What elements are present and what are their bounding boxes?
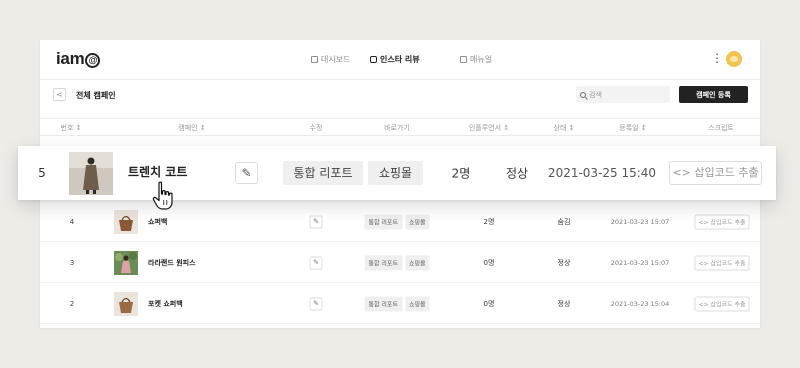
campaign-name[interactable]: 포켓 쇼퍼백 (148, 299, 183, 309)
row-number: 5 (38, 166, 46, 180)
nav-item-dashboard[interactable]: 대시보드 (311, 54, 350, 65)
column-header-shortcut: 바로가기 (384, 124, 410, 132)
search-icon (580, 91, 586, 98)
product-thumbnail[interactable] (114, 292, 138, 316)
integrated-report-button[interactable]: 통합 리포트 (364, 296, 402, 311)
search-input[interactable] (589, 90, 659, 99)
registration-date: 2021-03-23 15:07 (610, 258, 670, 267)
status-text: 숨김 (557, 217, 571, 226)
edit-button[interactable]: ✎ (309, 215, 323, 228)
registration-date: 2021-03-23 15:07 (610, 217, 670, 226)
shortcut-tags: 통합 리포트 쇼핑몰 (364, 296, 430, 311)
embed-code-button[interactable]: <> 삽입코드 추출 (669, 161, 762, 185)
column-header-edit: 수정 (309, 124, 323, 132)
embed-code-button[interactable]: <> 삽입코드 추출 (694, 255, 750, 270)
nav-item-insta-review[interactable]: 인스타 리뷰 (370, 54, 420, 65)
row-number: 2 (69, 299, 75, 308)
influencer-count: 0명 (483, 299, 495, 308)
influencer-count: 0명 (483, 258, 495, 267)
product-thumbnail[interactable] (114, 251, 138, 275)
influencer-count: 2명 (451, 166, 471, 181)
column-header-date[interactable]: 등록일 ↕ (619, 123, 646, 133)
integrated-report-button[interactable]: 통합 리포트 (364, 255, 402, 270)
edit-button[interactable]: ✎ (235, 162, 258, 184)
embed-code-button[interactable]: <> 삽입코드 추출 (694, 214, 750, 229)
status-text: 정상 (557, 258, 571, 267)
integrated-report-button[interactable]: 통합 리포트 (283, 161, 363, 185)
column-header-script: 스크립트 (708, 124, 734, 132)
edit-button[interactable]: ✎ (309, 297, 323, 310)
edit-button[interactable]: ✎ (309, 256, 323, 269)
campaign-name[interactable]: 라라랜드 원피스 (148, 258, 196, 268)
registration-date: 2021-03-23 15:04 (610, 299, 670, 308)
row-number: 4 (69, 217, 75, 226)
shopping-mall-button[interactable]: 쇼핑몰 (404, 214, 430, 229)
integrated-report-button[interactable]: 통합 리포트 (364, 214, 402, 229)
column-header-number[interactable]: 번호 ↕ (61, 123, 82, 133)
hand-pointer-icon (152, 181, 173, 210)
shopping-mall-button[interactable]: 쇼핑몰 (404, 296, 430, 311)
table-header: 번호 ↕ 캠페인 ↕ 수정 바로가기 인플루언서 ↕ 상태 ↕ 등록일 ↕ 스크… (40, 118, 760, 136)
page-title: 전체 캠페인 (76, 91, 116, 100)
search-box[interactable] (576, 86, 670, 103)
product-thumbnail[interactable] (114, 210, 138, 234)
profile-avatar[interactable] (726, 51, 742, 67)
column-header-status[interactable]: 상태 ↕ (554, 123, 575, 133)
column-header-campaign[interactable]: 캠페인 ↕ (178, 123, 205, 133)
table-row: 2 포켓 쇼퍼백 ✎ 통합 리포트 쇼핑몰 0명 정상 2021-03-23 1… (40, 284, 760, 324)
nav-item-manual[interactable]: 매뉴얼 (460, 54, 492, 65)
status-text: 정상 (557, 299, 571, 308)
shortcut-tags: 통합 리포트 쇼핑몰 (364, 255, 430, 270)
logo-at-icon: @ (85, 53, 101, 68)
more-menu-icon[interactable]: ⋮ (711, 51, 723, 65)
book-icon (460, 56, 467, 63)
embed-code-button[interactable]: <> 삽입코드 추출 (694, 296, 750, 311)
registration-date: 2021-03-25 15:40 (547, 166, 657, 180)
column-header-influencer[interactable]: 인플루언서 ↕ (469, 123, 509, 133)
status-text: 정상 (505, 166, 529, 181)
iam-logo[interactable]: iam @ (56, 49, 101, 69)
instagram-icon (370, 56, 377, 63)
register-campaign-button[interactable]: 캠페인 등록 (679, 86, 748, 103)
shortcut-tags: 통합 리포트 쇼핑몰 (364, 214, 430, 229)
back-button[interactable]: < (53, 88, 66, 101)
shopping-mall-button[interactable]: 쇼핑몰 (404, 255, 430, 270)
campaign-name[interactable]: 트렌치 코트 (128, 163, 187, 180)
row-number: 3 (69, 258, 75, 267)
campaign-name[interactable]: 쇼퍼백 (148, 217, 167, 227)
table-row: 3 라라랜드 원피스 ✎ 통합 리포트 쇼핑몰 0명 정상 2021-03-23… (40, 243, 760, 283)
highlighted-table-row[interactable]: 5 트렌치 코트 ✎ 통합 리포트 쇼핑몰 2명 정상 2021-03-25 1… (18, 146, 776, 200)
top-navigation: iam @ 대시보드 인스타 리뷰 매뉴얼 ⋮ (40, 40, 760, 80)
table-row: 4 쇼퍼백 ✎ 통합 리포트 쇼핑몰 2명 숨김 2021-03-23 15:0… (40, 202, 760, 242)
product-thumbnail[interactable] (69, 152, 113, 195)
home-icon (311, 56, 318, 63)
shopping-mall-button[interactable]: 쇼핑몰 (368, 161, 423, 185)
influencer-count: 2명 (483, 217, 495, 226)
